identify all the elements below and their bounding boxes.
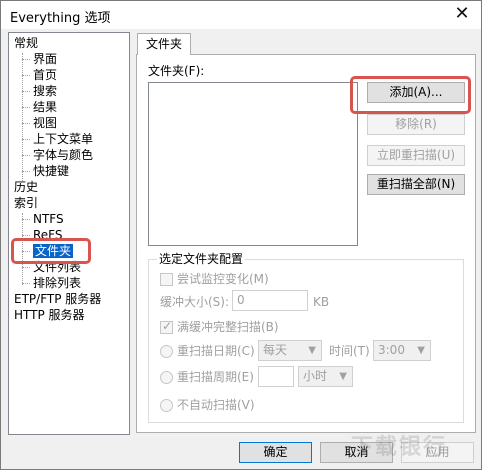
folders-label: 文件夹(F): [148, 64, 205, 78]
chevron-down-icon: ▼ [339, 371, 347, 382]
no-auto-label: 不自动扫描(V) [177, 398, 255, 412]
rescan-every-label: 重扫描周期(E) [177, 370, 254, 384]
tree-item-ftp-server[interactable]: ETP/FTP 服务器 [14, 291, 101, 307]
tree-dot [22, 123, 30, 124]
folder-config-title: 选定文件夹配置 [157, 252, 246, 266]
tree-item-context-menu[interactable]: 上下文菜单 [33, 131, 93, 147]
tree-item-view[interactable]: 视图 [33, 115, 57, 131]
highlight-folders [11, 238, 91, 264]
tree-dot [22, 91, 30, 92]
rescan-day-label: 重扫描日期(C) [177, 344, 255, 358]
chevron-down-icon: ▼ [417, 345, 425, 356]
tree-item-home[interactable]: 首页 [33, 67, 57, 83]
tree-dot [22, 267, 30, 268]
tree-dot [22, 139, 30, 140]
tree-item-shortcuts[interactable]: 快捷键 [33, 163, 69, 179]
tree-dot [22, 107, 30, 108]
tree-item-search[interactable]: 搜索 [33, 83, 57, 99]
monitor-label: 尝试监控变化(M) [177, 272, 269, 286]
options-window: Everything 选项 ✕ 常规 界面 首页 搜索 结果 视图 上下文菜单 … [0, 0, 482, 470]
rescan-day-radio[interactable] [160, 345, 173, 358]
day-value: 每天 [263, 343, 288, 357]
period-input[interactable] [258, 366, 294, 387]
monitor-checkbox[interactable] [160, 273, 173, 286]
day-combo[interactable]: 每天 ▼ [258, 340, 322, 361]
tree-dot [22, 59, 30, 60]
remove-button[interactable]: 移除(R) [367, 114, 465, 135]
tree-item-ntfs[interactable]: NTFS [33, 211, 64, 227]
tree-item-index[interactable]: 索引 [14, 195, 38, 211]
ok-button[interactable]: 确定 [239, 442, 312, 463]
tree-item-general[interactable]: 常规 [14, 35, 38, 51]
window-title: Everything 选项 [10, 11, 111, 26]
tree-dot [22, 171, 30, 172]
tab-folders[interactable]: 文件夹 [137, 33, 192, 55]
close-icon[interactable]: ✕ [451, 4, 473, 26]
time-label: 时间(T) [329, 344, 370, 358]
highlight-add [350, 76, 471, 114]
tree-item-history[interactable]: 历史 [14, 179, 38, 195]
time-combo[interactable]: 3:00 ▼ [373, 340, 431, 361]
tree-dot [22, 283, 30, 284]
tree-item-exclude[interactable]: 排除列表 [33, 275, 81, 291]
tree-dot [22, 75, 30, 76]
chevron-down-icon: ▼ [308, 345, 316, 356]
folders-list[interactable] [148, 82, 358, 246]
tree-item-ui[interactable]: 界面 [33, 51, 57, 67]
buffer-label: 缓冲大小(S): [160, 295, 230, 309]
options-tree: 常规 界面 首页 搜索 结果 视图 上下文菜单 字体与颜色 快捷键 历史 索引 … [8, 32, 130, 435]
tree-dot [22, 219, 30, 220]
rescan-now-button[interactable]: 立即重扫描(U) [367, 145, 465, 166]
buffer-input[interactable]: 0 [232, 290, 308, 311]
tree-dot [22, 155, 30, 156]
time-value: 3:00 [378, 343, 405, 357]
title-bar: Everything 选项 ✕ [1, 1, 481, 29]
period-unit-value: 小时 [303, 369, 328, 383]
rescan-all-button[interactable]: 重扫描全部(N) [367, 174, 465, 195]
tree-item-fonts-colors[interactable]: 字体与颜色 [33, 147, 93, 163]
no-auto-radio[interactable] [160, 399, 173, 412]
watermark-logo: 下载银行 [351, 435, 448, 460]
tree-dot [22, 235, 30, 236]
tree-item-http-server[interactable]: HTTP 服务器 [14, 307, 85, 323]
period-unit-combo[interactable]: 小时 ▼ [298, 366, 353, 387]
buffer-unit: KB [313, 295, 330, 309]
tree-item-results[interactable]: 结果 [33, 99, 57, 115]
rescan-full-checkbox[interactable] [160, 319, 173, 334]
tree-line [22, 53, 23, 181]
rescan-full-label: 满缓冲完整扫描(B) [177, 320, 279, 334]
rescan-every-radio[interactable] [160, 371, 173, 384]
